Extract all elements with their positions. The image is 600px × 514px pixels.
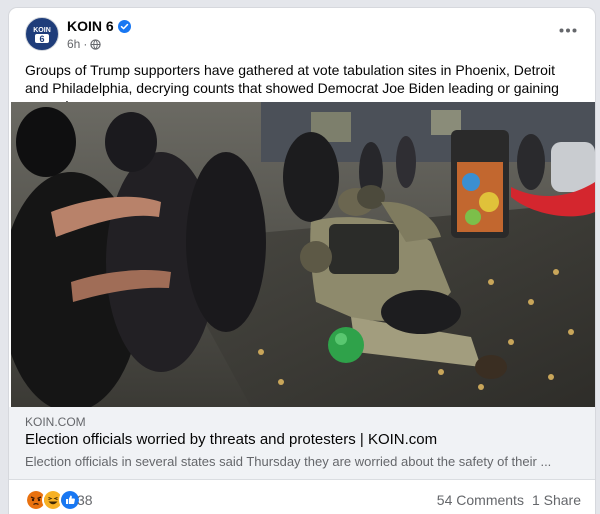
- page-name[interactable]: KOIN 6: [67, 18, 114, 34]
- ellipsis-icon: [559, 28, 577, 32]
- post-meta: 6h ·: [67, 37, 102, 51]
- globe-icon: [90, 38, 102, 50]
- link-domain: KOIN.COM: [25, 415, 86, 429]
- reaction-icons[interactable]: [25, 489, 81, 511]
- post-timestamp[interactable]: 6h: [67, 37, 80, 51]
- shares-count-link[interactable]: 1 Share: [532, 492, 581, 508]
- link-title[interactable]: Election officials worried by threats an…: [25, 431, 437, 448]
- page-avatar[interactable]: KOIN 6: [25, 17, 59, 51]
- comments-count-link[interactable]: 54 Comments: [437, 492, 524, 508]
- page-name-link[interactable]: KOIN 6: [67, 18, 131, 34]
- more-options-button[interactable]: [555, 22, 581, 38]
- link-description: Election officials in several states sai…: [25, 454, 552, 469]
- reaction-count[interactable]: 38: [77, 492, 93, 508]
- svg-text:6: 6: [39, 34, 44, 44]
- post-header: KOIN 6 KOIN 6 6h ·: [9, 8, 595, 54]
- verified-badge-icon: [117, 19, 131, 33]
- protest-photo-image: [11, 102, 595, 407]
- meta-dot: ·: [83, 37, 88, 51]
- koin-logo-icon: KOIN 6: [28, 20, 56, 48]
- engagement-summary: 54 Comments 1 Share: [437, 492, 581, 508]
- svg-text:KOIN: KOIN: [33, 27, 51, 34]
- post-card: KOIN 6 KOIN 6 6h · Groups of Trump suppo…: [9, 8, 595, 514]
- post-photo[interactable]: [11, 102, 595, 407]
- link-preview[interactable]: KOIN.COM Election officials worried by t…: [9, 407, 595, 480]
- post-footer: 38 54 Comments 1 Share: [9, 480, 595, 514]
